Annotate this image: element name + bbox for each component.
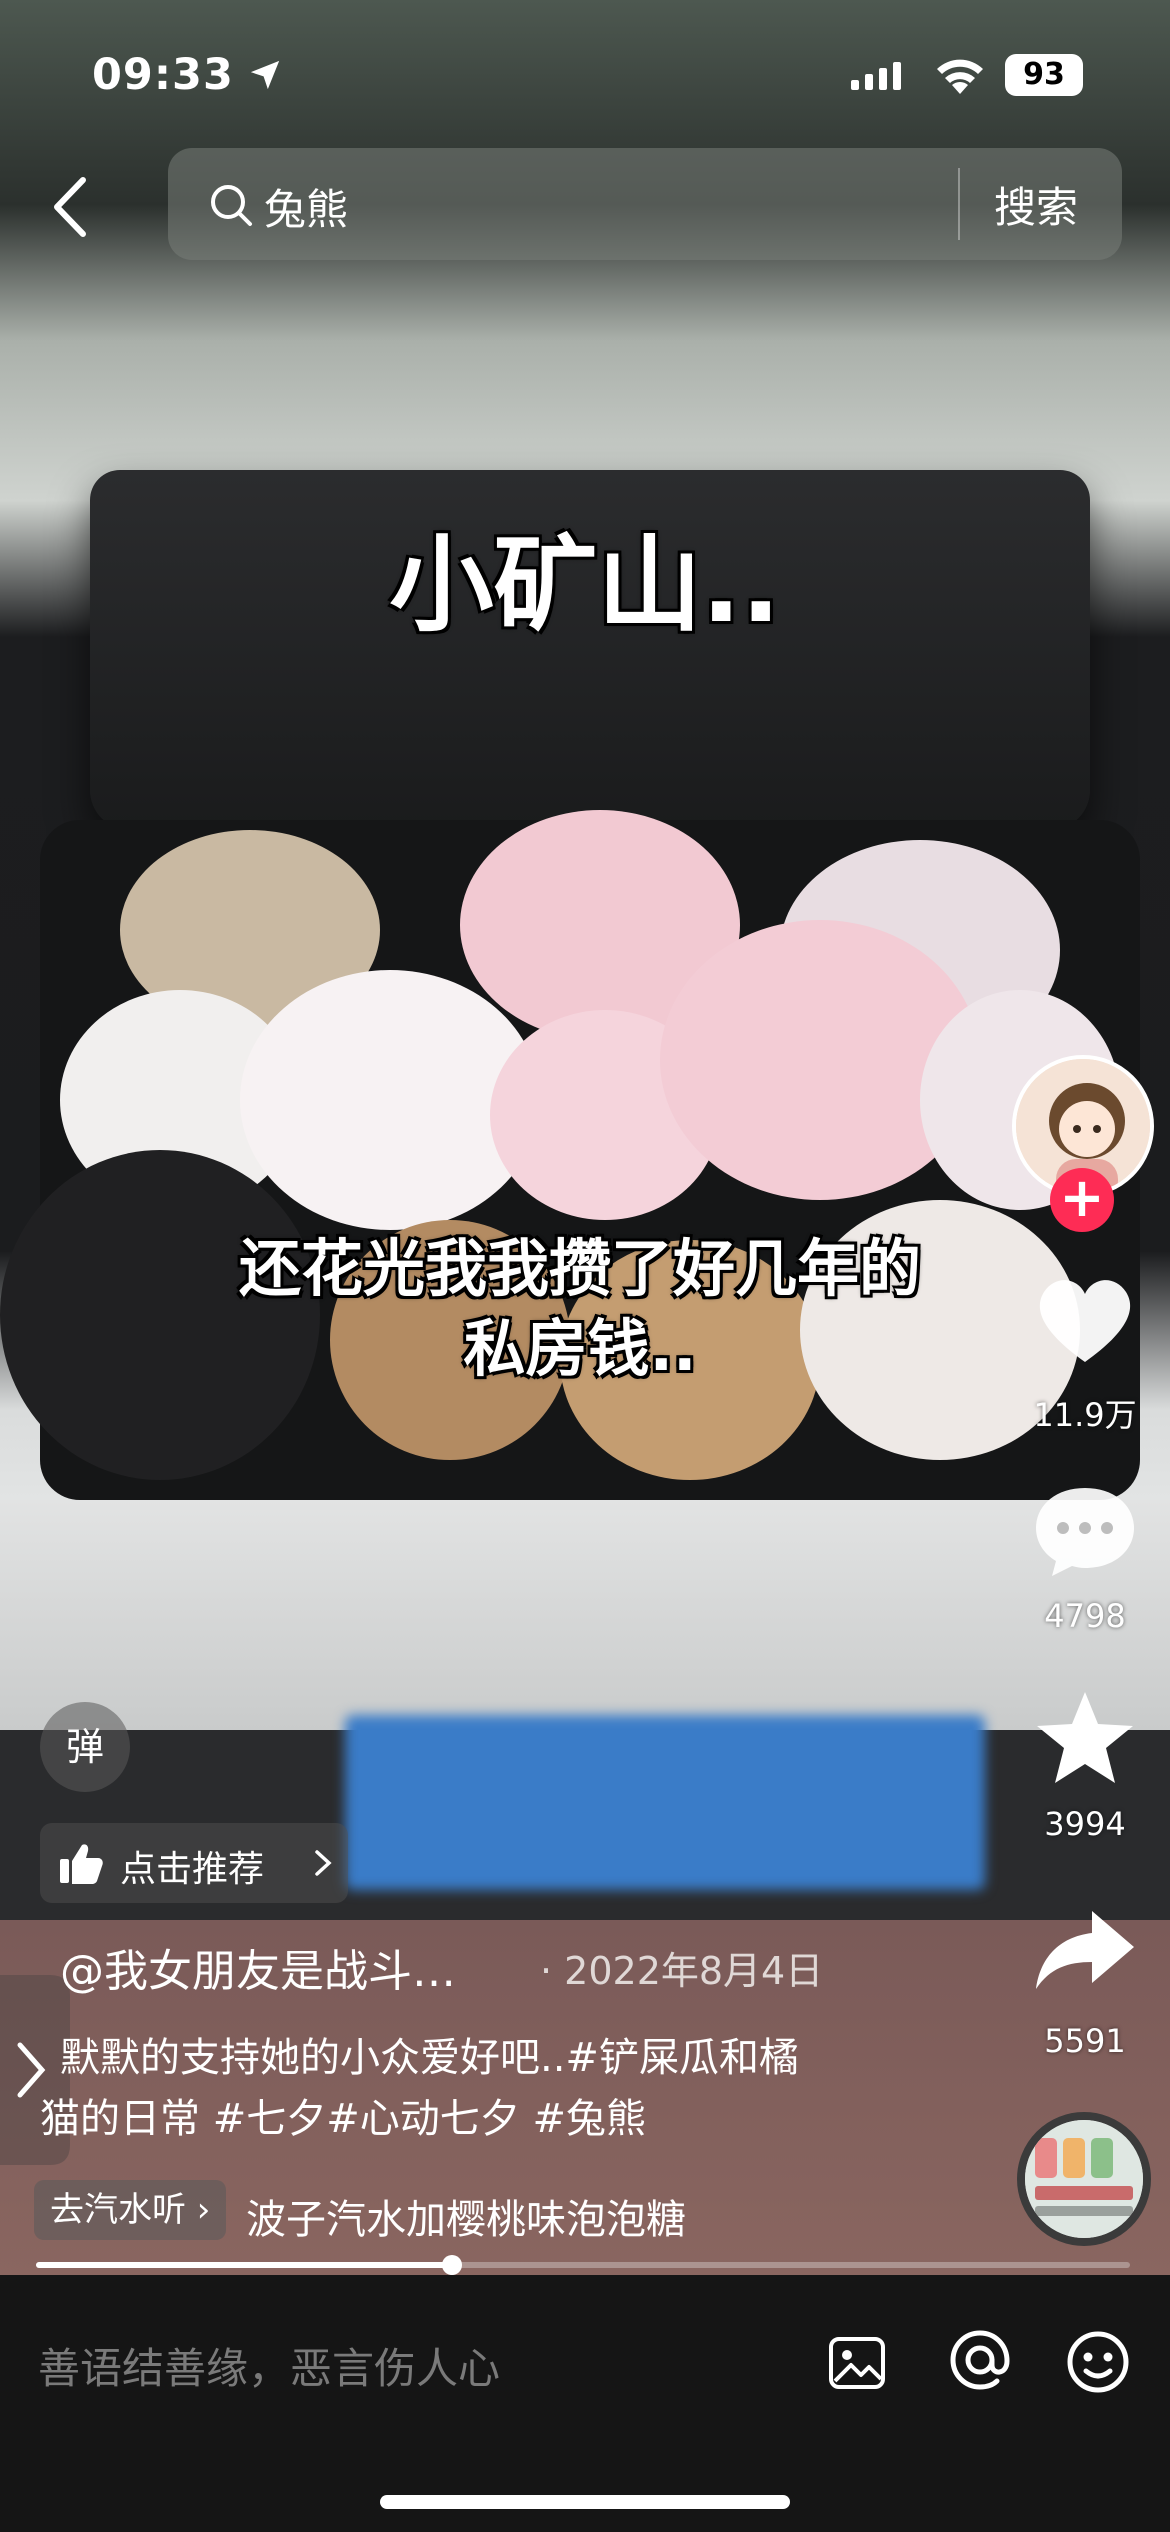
recommend-label: 点击推荐 xyxy=(120,1849,265,1890)
emoji-icon[interactable] xyxy=(1063,2327,1133,2397)
share-arrow-icon[interactable] xyxy=(1030,1905,1140,1995)
battery-icon: 93 xyxy=(1005,54,1083,96)
car-trunk-interior xyxy=(0,810,1140,1500)
wifi-icon xyxy=(937,59,983,94)
video-progress-fill xyxy=(36,2262,452,2268)
video-publish-date: · 2022年8月4日 xyxy=(540,1949,824,1993)
open-in-qishui-button[interactable]: 去汽水听 › xyxy=(34,2180,227,2240)
thumbs-up-icon xyxy=(60,1844,103,1884)
music-disc[interactable] xyxy=(1017,2112,1151,2246)
share-count: 5591 xyxy=(1044,2022,1126,2060)
favorite-star-icon[interactable] xyxy=(1030,1688,1140,1788)
follow-button[interactable]: + xyxy=(1050,1168,1114,1232)
cellular-signal-icon xyxy=(851,62,901,90)
search-button[interactable]: 搜索 xyxy=(994,174,1078,235)
video-caption-top: 小矿山.. xyxy=(389,524,781,646)
chevron-right-icon xyxy=(315,1850,332,1876)
like-heart-icon[interactable] xyxy=(1030,1270,1140,1370)
video-description[interactable]: 猫的日常 #七夕#心动七夕 #兔熊 xyxy=(40,2086,646,2144)
video-frame[interactable] xyxy=(0,0,1170,2275)
car-body xyxy=(0,1500,1170,1730)
music-cover-art xyxy=(1025,2120,1143,2238)
search-bar[interactable]: 兔熊 搜索 xyxy=(168,148,1122,260)
video-progress-bar[interactable] xyxy=(36,2255,1130,2275)
license-plate-blurred xyxy=(345,1715,985,1890)
search-icon xyxy=(211,185,252,226)
comment-bar: 善语结善缘，恶言伤人心 xyxy=(0,2275,1170,2532)
recommend-button[interactable]: 点击推荐 xyxy=(40,1823,348,1903)
video-caption-middle: 私房钱.. xyxy=(463,1312,697,1385)
comment-input[interactable]: 善语结善缘，恶言伤人心 xyxy=(38,2335,500,2396)
favorite-count: 3994 xyxy=(1044,1805,1126,1843)
video-caption-middle: 还花光我我攒了好几年的 xyxy=(238,1232,921,1305)
search-divider xyxy=(958,168,960,240)
like-count: 11.9万 xyxy=(1033,1396,1137,1434)
video-description[interactable]: 默默的支持她的小众爱好吧..#铲屎瓜和橘 xyxy=(60,2025,799,2083)
comment-icon[interactable] xyxy=(1030,1480,1140,1580)
search-input[interactable]: 兔熊 xyxy=(264,176,348,237)
location-arrow-icon xyxy=(250,60,280,90)
video-progress-handle[interactable] xyxy=(441,2255,462,2275)
back-button[interactable] xyxy=(45,172,95,242)
status-time: 09:33 xyxy=(92,50,234,100)
comment-count: 4798 xyxy=(1044,1597,1126,1635)
home-indicator[interactable] xyxy=(380,2495,790,2509)
video-author-title[interactable]: @我女朋友是战斗… xyxy=(60,1935,456,1999)
music-title[interactable]: 波子汽水加樱桃味泡泡糖 xyxy=(246,2187,716,2245)
image-picker-icon[interactable] xyxy=(825,2331,889,2395)
mention-at-icon[interactable] xyxy=(945,2325,1015,2395)
danmaku-toggle-button[interactable]: 弹 xyxy=(40,1702,130,1792)
